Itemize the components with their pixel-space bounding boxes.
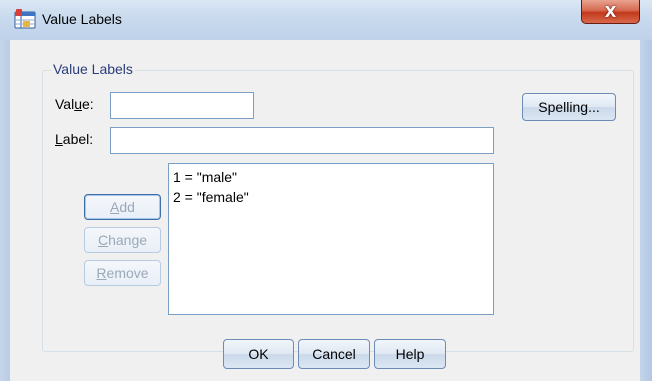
add-button[interactable]: Add	[84, 194, 161, 220]
list-item[interactable]: 1 = "male"	[173, 167, 489, 187]
help-button[interactable]: Help	[374, 339, 446, 369]
value-input[interactable]	[110, 92, 254, 119]
value-labels-dialog: Value Labels X Value Labels Value: Spell…	[0, 0, 652, 381]
title-bar[interactable]: Value Labels X	[0, 0, 652, 40]
groupbox-legend: Value Labels	[51, 61, 135, 77]
cancel-button[interactable]: Cancel	[298, 339, 370, 369]
window-title: Value Labels	[42, 11, 122, 27]
label-field-label: Label:	[55, 131, 94, 147]
ok-button[interactable]: OK	[223, 339, 294, 369]
list-item[interactable]: 2 = "female"	[173, 187, 489, 207]
spelling-button[interactable]: Spelling...	[522, 93, 616, 121]
change-button[interactable]: Change	[84, 227, 161, 253]
value-field-label: Value:	[55, 96, 94, 112]
spss-data-table-icon	[14, 9, 36, 29]
dialog-body: Value Labels Value: Spelling... Label: A…	[10, 40, 640, 381]
window-frame-left	[0, 40, 10, 381]
value-labels-list[interactable]: 1 = "male" 2 = "female"	[168, 163, 494, 315]
remove-button[interactable]: Remove	[84, 260, 161, 286]
close-icon: X	[604, 2, 617, 21]
window-frame-right	[640, 40, 652, 381]
close-button[interactable]: X	[581, 0, 640, 24]
label-input[interactable]	[110, 127, 494, 154]
